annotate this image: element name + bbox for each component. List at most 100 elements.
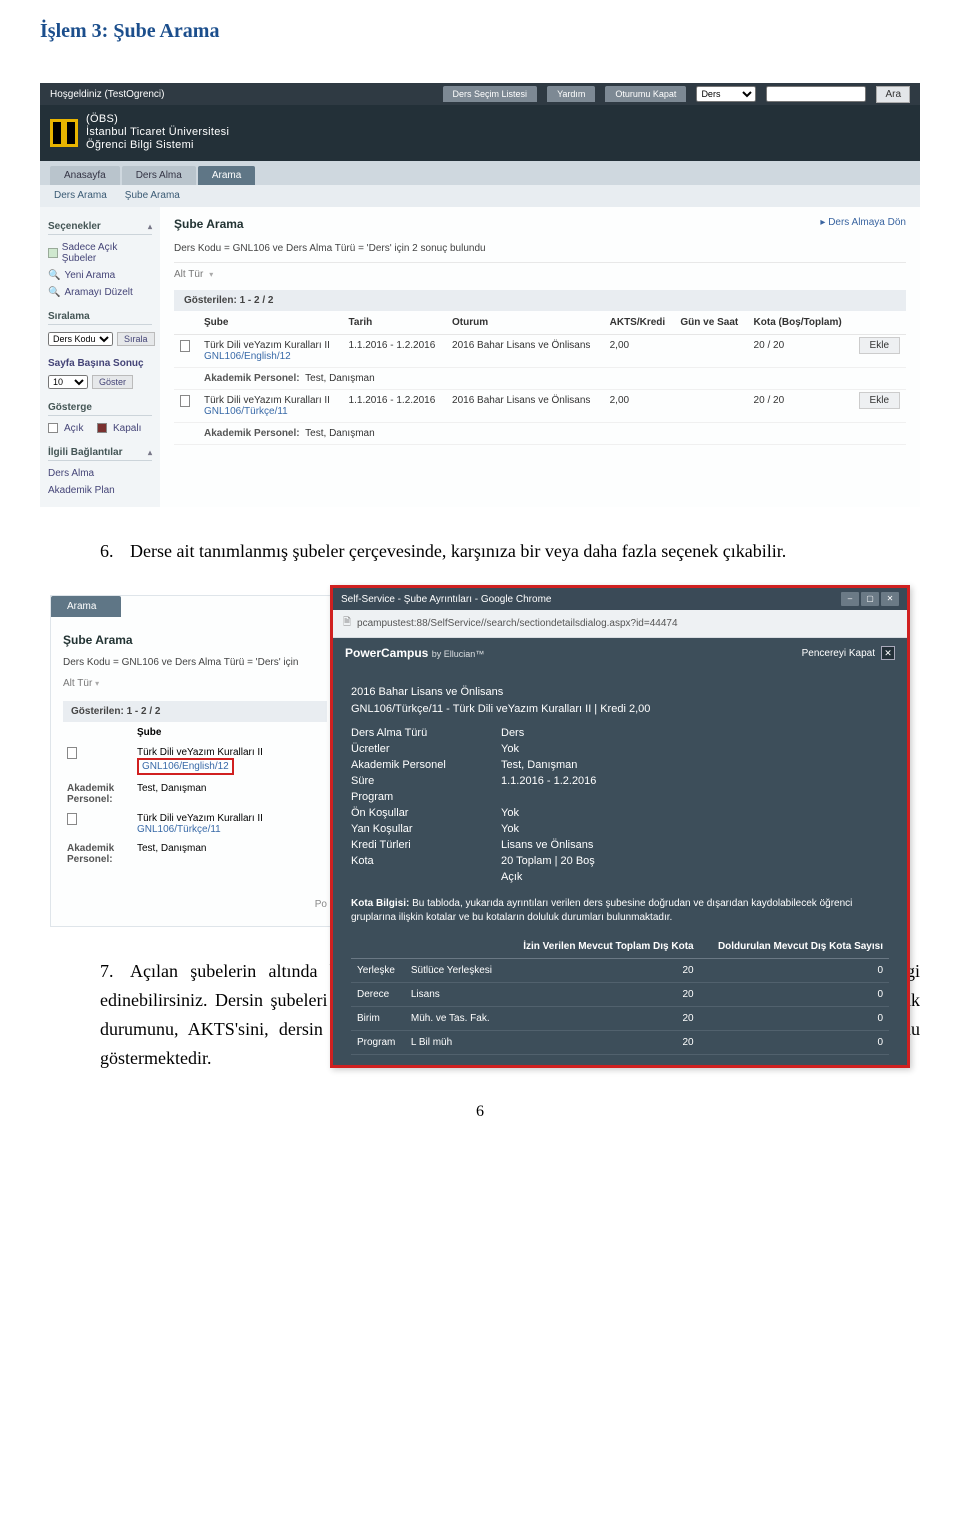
personel-value: Test, Danışman: [305, 373, 374, 384]
personel-value: Test, Danışman: [133, 839, 327, 869]
chevron-up-icon[interactable]: ▴: [148, 222, 152, 231]
subnav-ders-arama[interactable]: Ders Arama: [54, 190, 107, 201]
kv-key: Ders Alma Türü: [351, 727, 491, 739]
personel-label: Akademik Personel:: [204, 373, 300, 384]
bg-tab-arama[interactable]: Arama: [51, 596, 121, 617]
kv-val: Yok: [501, 743, 889, 755]
magnifier-icon: 🔍: [48, 270, 60, 281]
section-details-popup: Self-Service - Şube Ayrıntıları - Google…: [330, 585, 910, 1068]
table-row-personel: Akademik Personel: Test, Danışman: [174, 367, 906, 389]
pc-by: by Ellucian™: [432, 649, 485, 659]
sidebar: Seçenekler ▴ Sadece Açık Şubeler 🔍 Yeni Ar…: [40, 207, 160, 507]
table-row: Türk Dili veYazım Kuralları IIGNL106/Tür…: [63, 809, 327, 839]
course-name: Türk Dili veYazım Kuralları II: [137, 747, 323, 758]
side-only-open[interactable]: Sadece Açık Şubeler: [62, 242, 152, 264]
chevron-down-icon[interactable]: ▾: [209, 270, 213, 279]
minimize-icon[interactable]: –: [841, 592, 859, 606]
qcol-type: [351, 935, 405, 959]
ekle-button[interactable]: Ekle: [859, 392, 900, 409]
cell-akts: 2,00: [604, 389, 675, 422]
url-text: pcampustest:88/SelfService//search/secti…: [357, 618, 677, 629]
bg-col-sube: Şube: [133, 722, 327, 743]
brand-line2: İstanbul Ticaret Üniversitesi: [86, 126, 229, 139]
chevron-up-icon[interactable]: ▴: [148, 448, 152, 457]
kv-val: [501, 791, 889, 803]
bg-alttur[interactable]: Alt Tür: [63, 678, 92, 689]
bg-count: Gösterilen: 1 - 2 / 2: [63, 701, 327, 722]
cell-kota: 20 / 20: [748, 334, 853, 367]
side-link-ders-alma[interactable]: Ders Alma: [48, 465, 152, 482]
sort-select[interactable]: Ders Kodu: [48, 332, 113, 346]
col-oturum: Oturum: [446, 311, 604, 335]
section-link[interactable]: GNL106/Türkçe/11: [137, 824, 221, 835]
magnifier-icon: 🔍: [48, 287, 60, 298]
section-link[interactable]: GNL106/English/12: [204, 351, 337, 362]
side-aramayi-duzelt[interactable]: Aramayı Düzelt: [64, 287, 132, 298]
sort-button[interactable]: Sırala: [117, 332, 155, 346]
toplink-yardim[interactable]: Yardım: [547, 86, 595, 102]
quota-row: YerleşkeSütlüce Yerleşkesi200: [351, 959, 889, 983]
kv-val: Yok: [501, 807, 889, 819]
course-full: GNL106/Türkçe/11 - Türk Dili veYazım Kur…: [351, 701, 889, 718]
col-state: [174, 311, 198, 335]
nav-arama[interactable]: Arama: [198, 166, 255, 185]
brand-line3: Öğrenci Bilgi Sistemi: [86, 139, 229, 152]
side-siralama: Sıralama: [48, 311, 90, 322]
nav-anasayfa[interactable]: Anasayfa: [50, 166, 120, 185]
open-state-icon: [180, 395, 190, 407]
toplink-oturumu-kapat[interactable]: Oturumu Kapat: [605, 86, 686, 102]
kv-val: Yok: [501, 823, 889, 835]
brand-line1: (ÖBS): [86, 113, 229, 126]
personel-value: Test, Danışman: [133, 779, 327, 809]
search-button[interactable]: Ara: [876, 86, 910, 103]
side-yeni-arama[interactable]: Yeni Arama: [64, 270, 115, 281]
quota-row: DereceLisans200: [351, 983, 889, 1007]
close-icon[interactable]: ✕: [881, 592, 899, 606]
close-label[interactable]: Pencereyi Kapat: [802, 648, 875, 659]
back-link[interactable]: ▸ Ders Almaya Dön: [820, 217, 906, 228]
cell-gun: [674, 389, 747, 422]
search-type-select[interactable]: Ders: [696, 86, 756, 102]
table-row: Türk Dili veYazım Kuralları IIGNL106/Tür…: [174, 389, 906, 422]
kv-key: Ücretler: [351, 743, 491, 755]
pc-brand: PowerCampus: [345, 646, 428, 660]
table-row-personel: Akademik Personel: Test, Danışman: [174, 422, 906, 444]
ekle-button[interactable]: Ekle: [859, 337, 900, 354]
course-name: Türk Dili veYazım Kuralları II: [137, 813, 323, 824]
side-perpage-label: Sayfa Başına Sonuç: [48, 355, 152, 372]
open-legend-icon: [48, 423, 58, 433]
cell-kota: 20 / 20: [748, 389, 853, 422]
screenshot-obs: Hoşgeldiniz (TestOgrenci) Ders Seçim Lis…: [40, 83, 920, 507]
bg-criteria: Ders Kodu = GNL106 ve Ders Alma Türü = '…: [63, 657, 327, 668]
side-link-akademik-plan[interactable]: Akademik Plan: [48, 482, 152, 499]
kv-val: 20 Toplam | 20 Boş: [501, 855, 889, 867]
nav-ders-alma[interactable]: Ders Alma: [122, 166, 196, 185]
maximize-icon[interactable]: ▢: [861, 592, 879, 606]
quota-table: İzin Verilen Mevcut Toplam Dış Kota Dold…: [351, 935, 889, 1055]
col-sube: Şube: [198, 311, 343, 335]
window-title: Self-Service - Şube Ayrıntıları - Google…: [341, 594, 551, 605]
alttur-label[interactable]: Alt Tür: [174, 269, 203, 280]
search-input[interactable]: [766, 86, 866, 102]
toplink-ders-secim[interactable]: Ders Seçim Listesi: [443, 86, 538, 102]
perpage-button[interactable]: Göster: [92, 375, 133, 389]
highlighted-section-link[interactable]: GNL106/English/12: [137, 758, 234, 775]
col-gun: Gün ve Saat: [674, 311, 747, 335]
course-term: 2016 Bahar Lisans ve Önlisans: [351, 684, 889, 701]
kv-key: [351, 871, 491, 883]
subnav-sube-arama[interactable]: Şube Arama: [125, 190, 180, 201]
chevron-down-icon[interactable]: ▾: [95, 679, 99, 688]
checkbox-icon[interactable]: [48, 248, 58, 258]
kv-key: Akademik Personel: [351, 759, 491, 771]
close-x-icon[interactable]: ✕: [881, 646, 895, 660]
bg-title: Şube Arama: [63, 633, 327, 647]
side-ilgili: İlgili Bağlantılar: [48, 447, 122, 458]
legend-open: Açık: [64, 423, 83, 434]
section-link[interactable]: GNL106/Türkçe/11: [204, 406, 337, 417]
perpage-select[interactable]: 10: [48, 375, 88, 389]
page-icon: 🗎: [343, 615, 351, 632]
side-secenekler: Seçenekler: [48, 221, 101, 232]
open-state-icon: [180, 340, 190, 352]
kv-val: 1.1.2016 - 1.2.2016: [501, 775, 889, 787]
step-title: İşlem 3: Şube Arama: [40, 20, 920, 43]
